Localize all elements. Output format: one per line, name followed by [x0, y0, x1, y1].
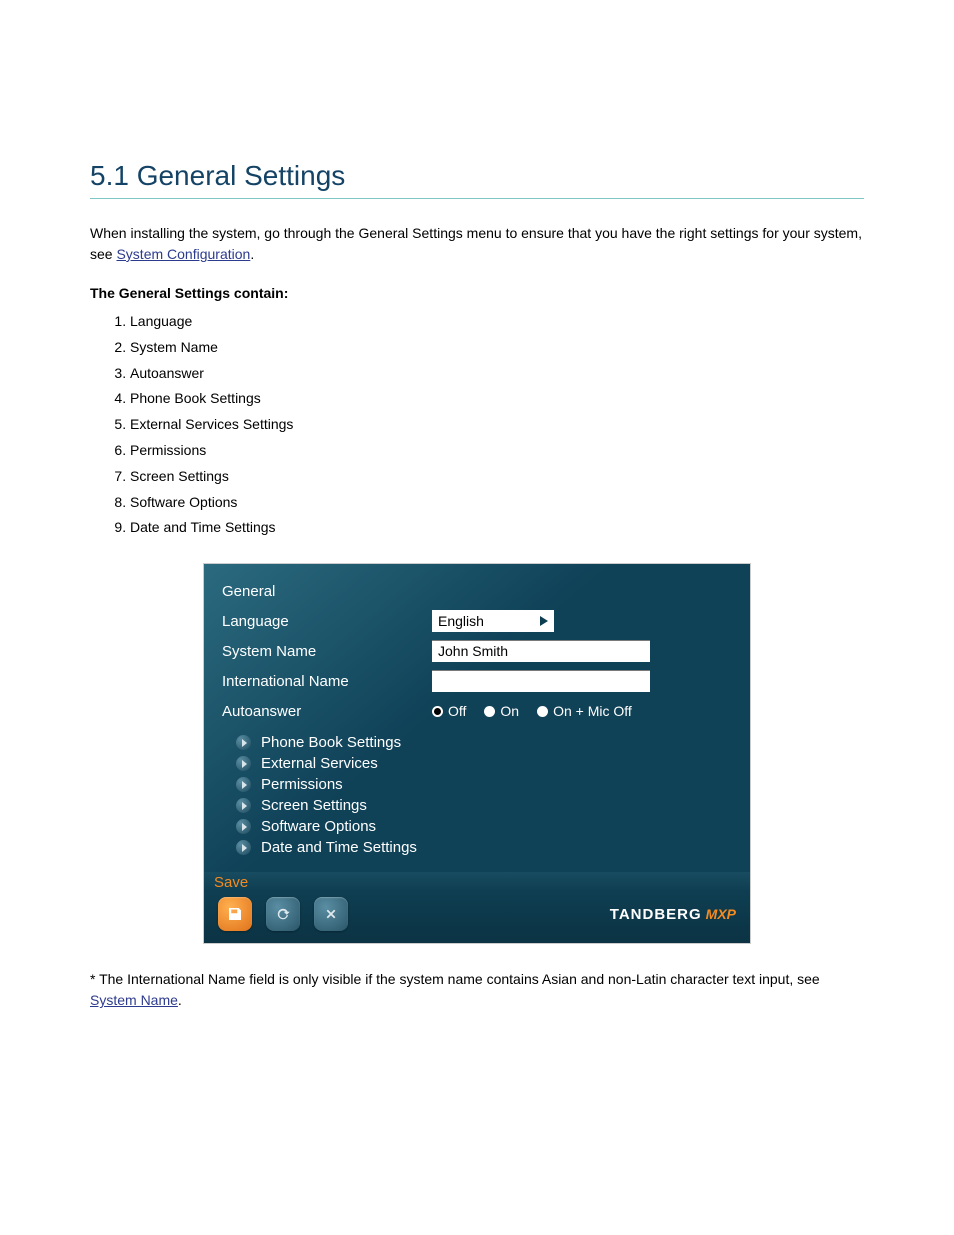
settings-panel: General Language English System Name Int… [204, 564, 750, 943]
list-item: Phone Book Settings [130, 387, 864, 411]
radio-label: Off [448, 703, 466, 719]
panel-heading: General [222, 583, 432, 600]
submenu-phone-book[interactable]: Phone Book Settings [222, 732, 732, 753]
submenu-screen-settings[interactable]: Screen Settings [222, 795, 732, 816]
submenu-label: External Services [261, 755, 378, 772]
list-item: Permissions [130, 439, 864, 463]
footnote-prefix: * The International Name field is only v… [90, 971, 820, 987]
radio-label: On + Mic Off [553, 703, 632, 719]
submenu-permissions[interactable]: Permissions [222, 774, 732, 795]
list-heading: The General Settings contain: [90, 283, 864, 304]
autoanswer-off-radio[interactable]: Off [432, 703, 466, 719]
international-name-input[interactable] [432, 670, 650, 692]
list-item: Autoanswer [130, 362, 864, 386]
chevron-right-icon [236, 777, 251, 792]
chevron-right-icon [236, 756, 251, 771]
brand-logo: TANDBERG MXP [610, 906, 736, 923]
close-button[interactable] [314, 897, 348, 931]
autoanswer-radio-group: Off On On + Mic Off [432, 703, 632, 719]
autoanswer-on-mic-off-radio[interactable]: On + Mic Off [537, 703, 632, 719]
autoanswer-on-radio[interactable]: On [484, 703, 519, 719]
brand-main: TANDBERG [610, 906, 702, 923]
system-name-input[interactable] [432, 640, 650, 662]
list-item: Language [130, 310, 864, 334]
chevron-right-icon [236, 819, 251, 834]
intro-text-suffix: . [250, 246, 254, 262]
radio-icon [432, 706, 443, 717]
list-item: Date and Time Settings [130, 516, 864, 540]
list-item: Screen Settings [130, 465, 864, 489]
system-name-label: System Name [222, 643, 432, 660]
save-icon [226, 905, 244, 923]
refresh-icon [274, 905, 292, 923]
language-label: Language [222, 613, 432, 630]
close-icon [322, 905, 340, 923]
list-item: External Services Settings [130, 413, 864, 437]
radio-icon [537, 706, 548, 717]
settings-list: Language System Name Autoanswer Phone Bo… [90, 310, 864, 540]
divider [90, 198, 864, 199]
submenu-label: Software Options [261, 818, 376, 835]
submenu-label: Date and Time Settings [261, 839, 417, 856]
dropdown-arrow-icon [540, 616, 548, 626]
brand-sub: MXP [706, 906, 736, 922]
radio-label: On [500, 703, 519, 719]
list-item: System Name [130, 336, 864, 360]
international-name-label: International Name [222, 673, 432, 690]
footnote-suffix: . [178, 992, 182, 1008]
system-configuration-link[interactable]: System Configuration [116, 246, 250, 262]
save-label: Save [214, 874, 248, 891]
submenu-software-options[interactable]: Software Options [222, 816, 732, 837]
footnote: * The International Name field is only v… [90, 969, 864, 1011]
section-title: 5.1 General Settings [90, 160, 864, 192]
language-value: English [438, 613, 484, 629]
submenu-date-time[interactable]: Date and Time Settings [222, 837, 732, 858]
submenu-external-services[interactable]: External Services [222, 753, 732, 774]
chevron-right-icon [236, 798, 251, 813]
submenu-label: Screen Settings [261, 797, 367, 814]
refresh-button[interactable] [266, 897, 300, 931]
submenu-label: Permissions [261, 776, 343, 793]
save-button[interactable] [218, 897, 252, 931]
system-name-link[interactable]: System Name [90, 992, 178, 1008]
chevron-right-icon [236, 840, 251, 855]
list-item: Software Options [130, 491, 864, 515]
chevron-right-icon [236, 735, 251, 750]
language-select[interactable]: English [432, 610, 554, 632]
submenu-label: Phone Book Settings [261, 734, 401, 751]
autoanswer-label: Autoanswer [222, 703, 432, 720]
radio-icon [484, 706, 495, 717]
intro-paragraph: When installing the system, go through t… [90, 223, 864, 265]
